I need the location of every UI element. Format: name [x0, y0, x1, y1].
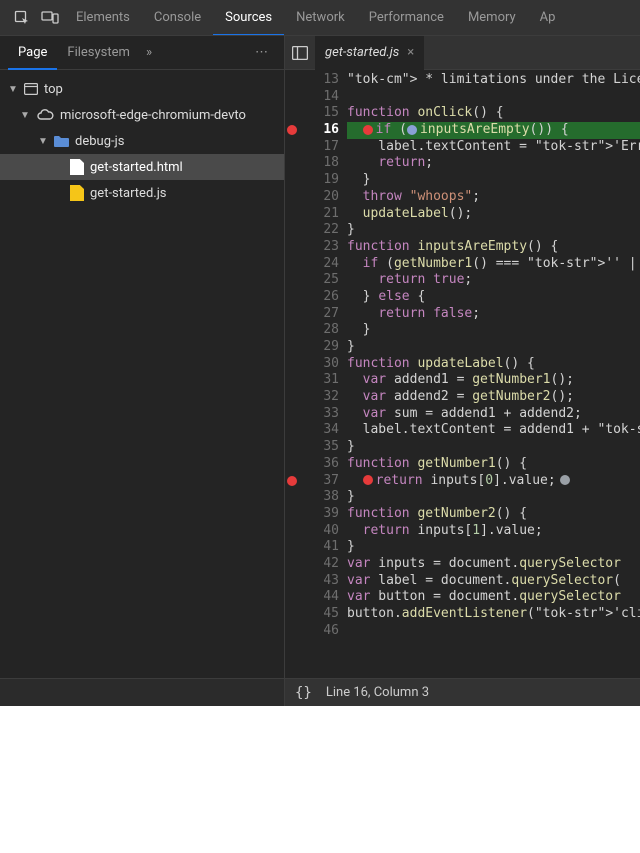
- tree-label: get-started.js: [90, 186, 167, 201]
- html-file-icon: [70, 159, 84, 175]
- chevron-down-icon: ▼: [8, 84, 18, 95]
- tab-filesystem[interactable]: Filesystem: [57, 36, 140, 70]
- tree-folder[interactable]: ▼ debug-js: [0, 128, 284, 154]
- device-toggle-icon[interactable]: [36, 4, 64, 32]
- inspect-icon[interactable]: [8, 4, 36, 32]
- tree-top[interactable]: ▼ top: [0, 76, 284, 102]
- cursor-position: Line 16, Column 3: [326, 685, 429, 700]
- tree-label: debug-js: [75, 134, 124, 149]
- more-tabs-icon[interactable]: »: [146, 45, 152, 60]
- editor-status-bar: {} Line 16, Column 3: [285, 678, 640, 706]
- tab-sources[interactable]: Sources: [213, 0, 284, 36]
- tab-memory[interactable]: Memory: [456, 0, 528, 36]
- tab-console[interactable]: Console: [142, 0, 213, 36]
- toggle-navigator-icon[interactable]: [285, 38, 315, 68]
- tab-application[interactable]: Ap: [528, 0, 568, 36]
- devtools-window: Elements Console Sources Network Perform…: [0, 0, 640, 706]
- tree-file-html[interactable]: get-started.html: [0, 154, 284, 180]
- pretty-print-icon[interactable]: {}: [295, 685, 312, 701]
- navigator-menu-icon[interactable]: ⋯: [247, 45, 276, 60]
- editor-file-tab[interactable]: get-started.js ×: [315, 36, 424, 70]
- chevron-down-icon: ▼: [38, 136, 48, 147]
- tab-elements[interactable]: Elements: [64, 0, 142, 36]
- editor-tab-label: get-started.js: [325, 36, 399, 70]
- breakpoint-marker[interactable]: [287, 125, 297, 135]
- editor-pane: get-started.js × 13141516171819202122232…: [285, 36, 640, 706]
- js-file-icon: [70, 185, 84, 201]
- line-number-gutter[interactable]: 1314151617181920212223242526272829303132…: [299, 70, 347, 678]
- cloud-icon: [36, 109, 54, 121]
- breakpoint-marker[interactable]: [287, 476, 297, 486]
- tree-label: microsoft-edge-chromium-devto: [60, 108, 246, 123]
- editor-tabs: get-started.js ×: [285, 36, 640, 70]
- chevron-down-icon: ▼: [20, 110, 30, 121]
- close-icon[interactable]: ×: [407, 36, 414, 70]
- sidebar-footer: [0, 678, 284, 706]
- tab-network[interactable]: Network: [284, 0, 357, 36]
- code-editor[interactable]: 1314151617181920212223242526272829303132…: [285, 70, 640, 678]
- breakpoint-gutter[interactable]: [285, 70, 299, 678]
- file-tree: ▼ top ▼ microsoft-edge-chromium-devto ▼ …: [0, 70, 284, 678]
- main-split: Page Filesystem » ⋯ ▼ top ▼ microsoft-ed…: [0, 36, 640, 706]
- main-tabs: Elements Console Sources Network Perform…: [0, 0, 640, 36]
- code-lines[interactable]: "tok-cm"> * limitations under the Licens…: [347, 70, 640, 678]
- window-icon: [24, 83, 38, 95]
- navigator-tabs: Page Filesystem » ⋯: [0, 36, 284, 70]
- navigator-sidebar: Page Filesystem » ⋯ ▼ top ▼ microsoft-ed…: [0, 36, 285, 706]
- tab-page[interactable]: Page: [8, 36, 57, 70]
- tree-label: get-started.html: [90, 160, 183, 175]
- folder-icon: [54, 135, 69, 147]
- tree-file-js[interactable]: get-started.js: [0, 180, 284, 206]
- tree-domain[interactable]: ▼ microsoft-edge-chromium-devto: [0, 102, 284, 128]
- tree-label: top: [44, 82, 63, 97]
- tab-performance[interactable]: Performance: [357, 0, 456, 36]
